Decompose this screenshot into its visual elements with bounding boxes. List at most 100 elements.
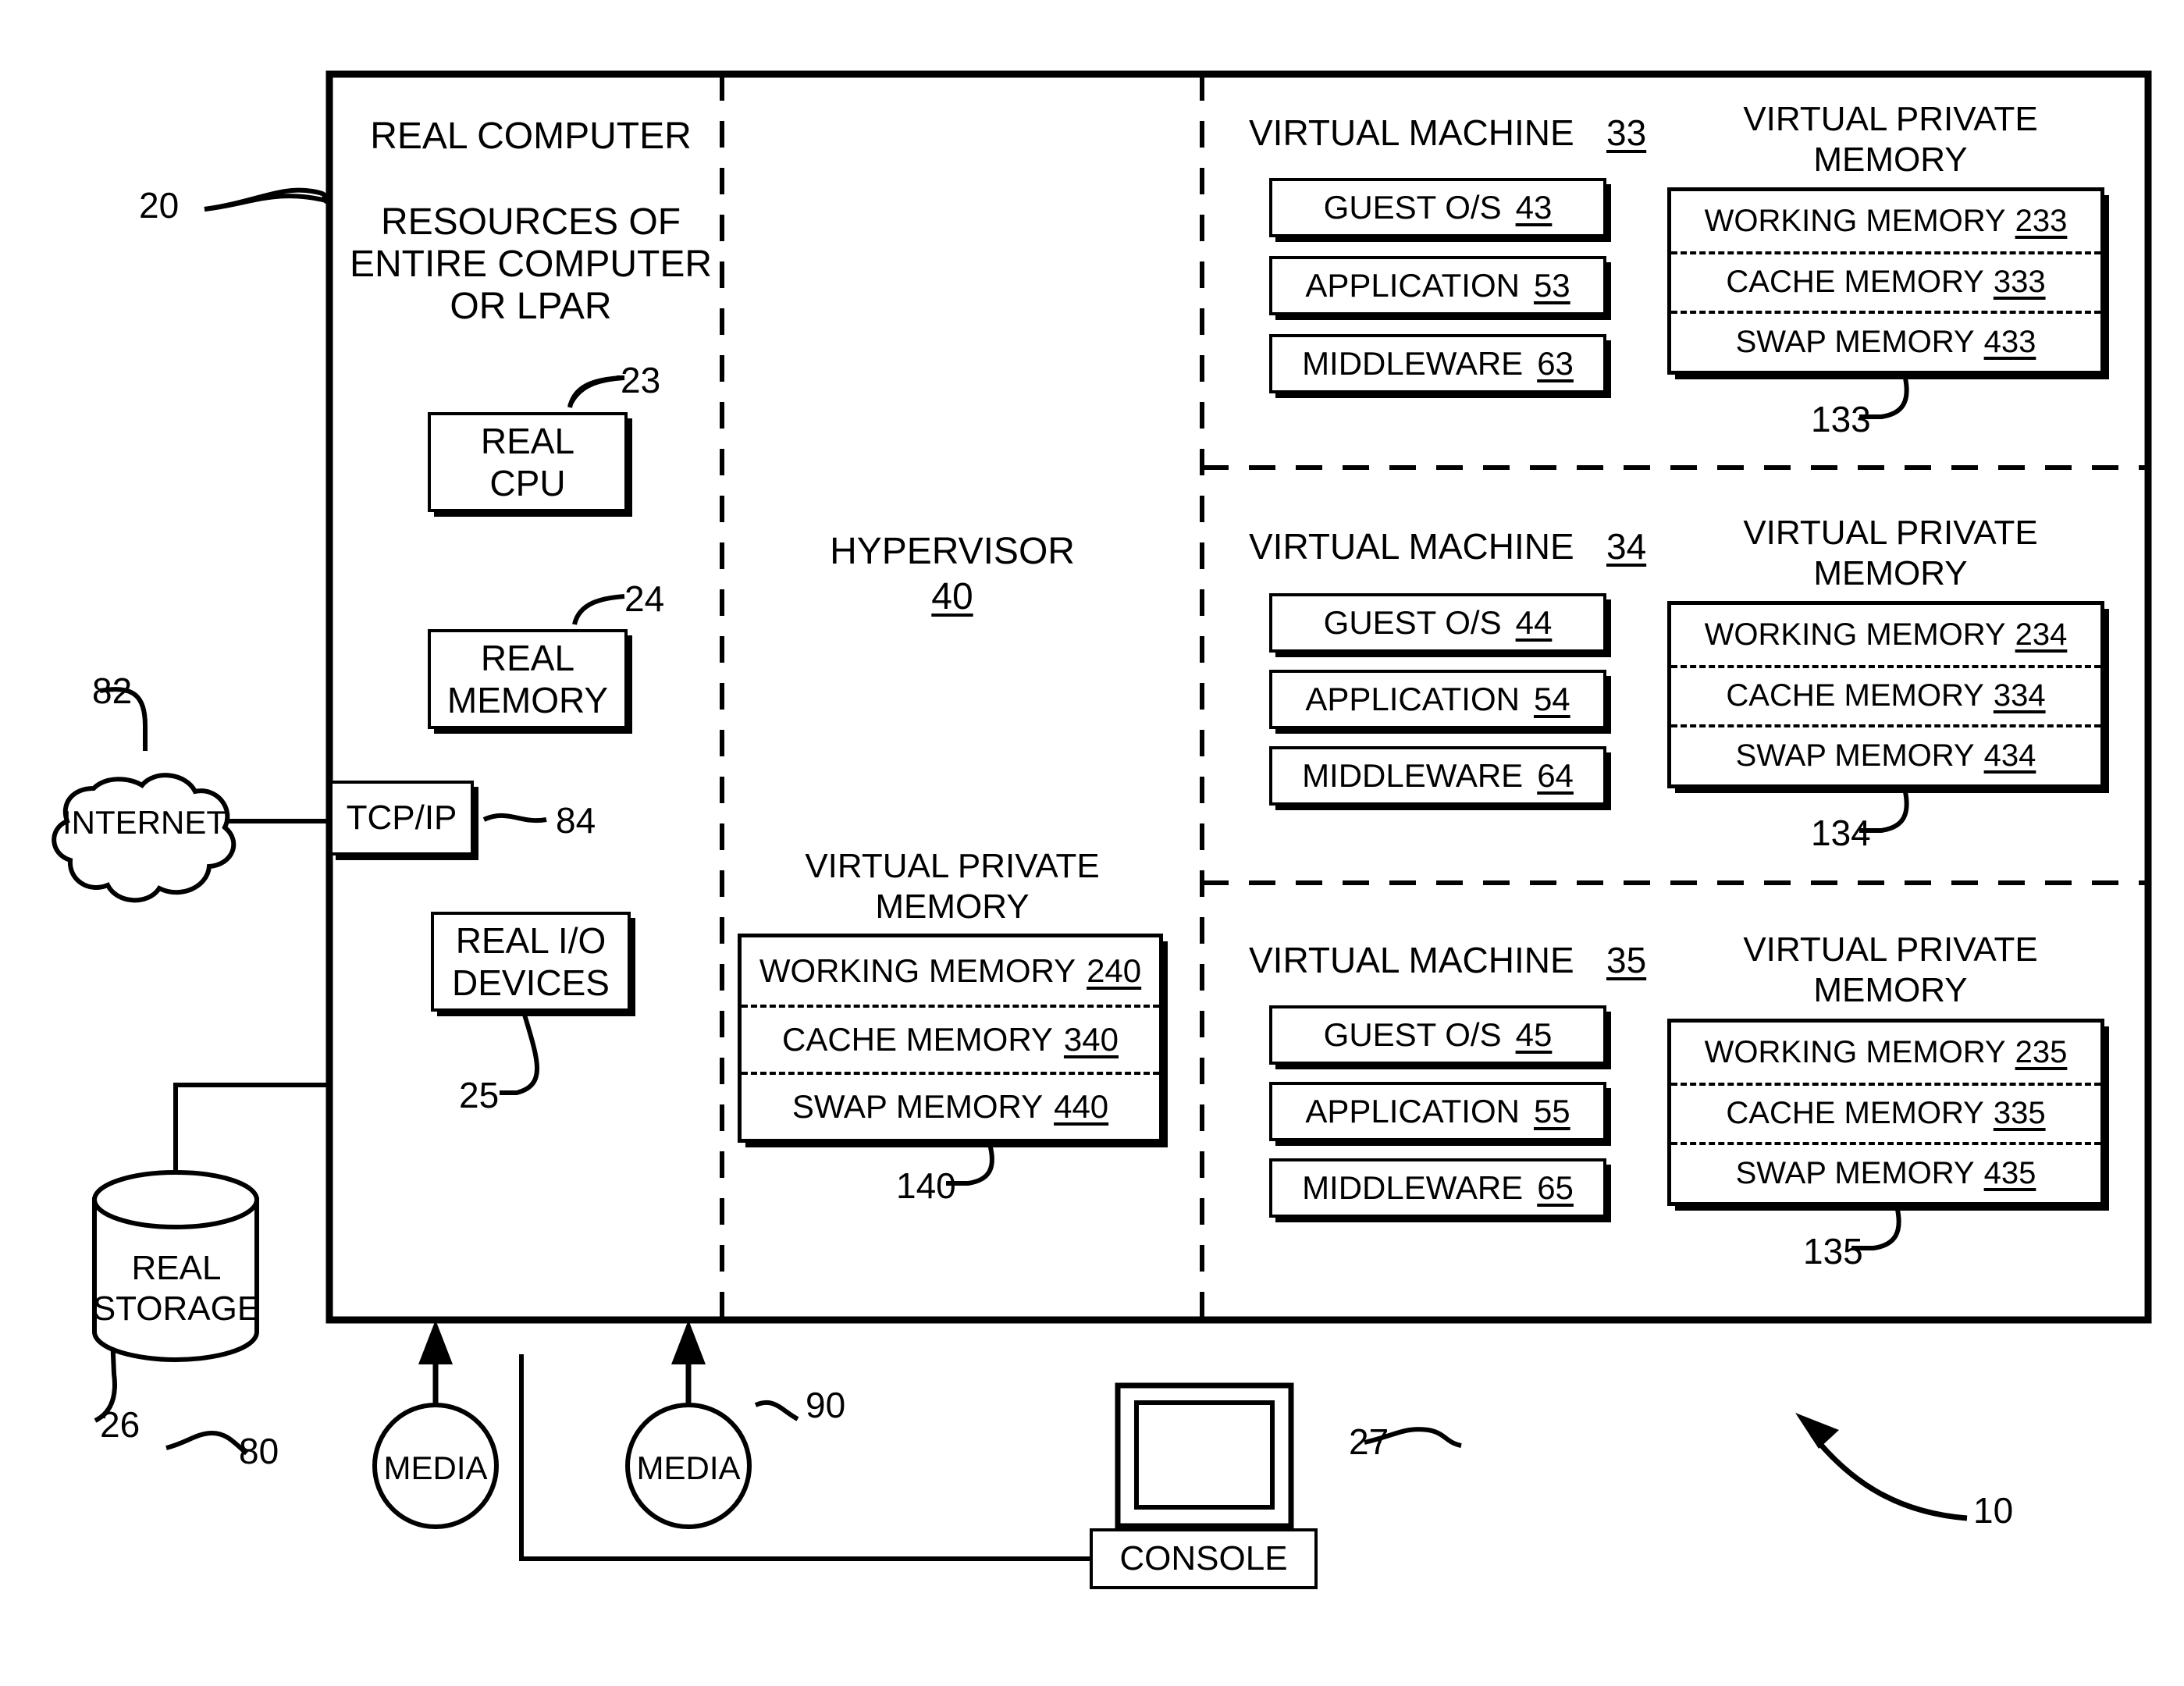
ref-label-134: 134: [1811, 813, 1871, 853]
vm-34-guest-os-ref: 44: [1515, 604, 1553, 641]
real-computer-subtitle-line2: ENTIRE COMPUTER: [349, 244, 712, 285]
hypervisor-vpm-title-line1: VIRTUAL PRIVATE: [805, 847, 1100, 885]
real-memory-label-line1: REAL: [480, 638, 575, 678]
hypervisor-vpm-row-ref: 240: [1087, 951, 1142, 989]
vm-33-middleware-label: MIDDLEWARE: [1302, 345, 1524, 382]
ref-label-82: 82: [92, 670, 133, 711]
tcpip-label: TCP/IP: [346, 799, 457, 837]
vm-34-vpm-row: WORKING MEMORY 234: [1671, 605, 2100, 665]
real-io-label-line2: DEVICES: [452, 962, 610, 1003]
vm-34-vpm-title-line1: VIRTUAL PRIVATE: [1743, 514, 2038, 552]
vm-34-title: VIRTUAL MACHINE: [1249, 526, 1574, 567]
ref-label-80: 80: [239, 1431, 279, 1471]
vm-33-application-box: APPLICATION 53: [1269, 256, 1606, 315]
ref-label-20: 20: [139, 185, 180, 226]
vm-35-vpm-row-ref: 235: [2015, 1034, 2068, 1069]
real-storage-label-line1: REAL: [131, 1249, 222, 1287]
vm-33-vpm-row-ref: 233: [2015, 203, 2068, 238]
hypervisor-vpm-row-label: SWAP MEMORY: [791, 1087, 1044, 1125]
real-io-devices-box: REAL I/O DEVICES: [431, 912, 631, 1012]
vm-33-vpm-row-label: SWAP MEMORY: [1735, 325, 1975, 360]
vm-34-guest-os-label: GUEST O/S: [1323, 604, 1502, 641]
vm-33-vpm-row-ref: 433: [1983, 325, 2036, 360]
vm-34-application-ref: 54: [1533, 681, 1570, 717]
vm-35-vpm-row-ref: 435: [1983, 1156, 2036, 1191]
vm-33-vpm-row-label: WORKING MEMORY: [1704, 203, 2006, 238]
vm-35-vpm-block: WORKING MEMORY 235 CACHE MEMORY 335 SWAP…: [1667, 1019, 2104, 1206]
vm-35-middleware-ref: 65: [1537, 1169, 1574, 1206]
vm-35-application-box: APPLICATION 55: [1269, 1082, 1606, 1141]
diagram-content-layer: 20 REAL COMPUTER RESOURCES OF ENTIRE COM…: [0, 0, 2184, 1686]
vm-35-guest-os-ref: 45: [1515, 1016, 1553, 1053]
vm-35-vpm-row: WORKING MEMORY 235: [1671, 1023, 2100, 1083]
vm-34-application-label: APPLICATION: [1305, 681, 1520, 717]
vm-33-application-ref: 53: [1533, 267, 1570, 304]
real-io-label-line1: REAL I/O: [455, 920, 606, 961]
vm-33-application-label: APPLICATION: [1305, 267, 1520, 304]
vm-33-middleware-ref: 63: [1537, 345, 1574, 382]
vm-33-ref: 33: [1606, 112, 1647, 153]
vm-35-vpm-row: CACHE MEMORY 335: [1671, 1082, 2100, 1143]
hypervisor-vpm-row-ref: 440: [1054, 1087, 1109, 1125]
vm-34-vpm-row-ref: 334: [1993, 678, 2046, 713]
vm-35-middleware-label: MIDDLEWARE: [1302, 1169, 1524, 1206]
real-cpu-label-line2: CPU: [489, 463, 566, 503]
vm-35-vpm-row-label: CACHE MEMORY: [1726, 1096, 1984, 1131]
vm-34-guest-os-box: GUEST O/S 44: [1269, 593, 1606, 653]
vm-33-guest-os-label: GUEST O/S: [1323, 189, 1502, 226]
vm-35-application-label: APPLICATION: [1305, 1093, 1520, 1129]
media-80-label: MEDIA: [383, 1449, 488, 1486]
internet-label: INTERNET: [62, 804, 226, 841]
real-computer-subtitle-line3: OR LPAR: [450, 286, 612, 327]
hypervisor-vpm-row: CACHE MEMORY 340: [742, 1004, 1159, 1072]
vm-33-middleware-box: MIDDLEWARE 63: [1269, 334, 1606, 393]
real-computer-title: REAL COMPUTER: [370, 116, 692, 157]
vm-33-title: VIRTUAL MACHINE: [1249, 112, 1574, 153]
vm-33-vpm-row-ref: 333: [1993, 265, 2046, 300]
ref-label-135: 135: [1803, 1231, 1863, 1272]
vm-35-vpm-title-line2: MEMORY: [1813, 971, 1968, 1009]
ref-label-25: 25: [459, 1075, 500, 1115]
vm-34-middleware-ref: 64: [1537, 757, 1574, 794]
vm-33-vpm-row-label: CACHE MEMORY: [1726, 265, 1984, 300]
real-computer-subtitle-line1: RESOURCES OF: [380, 201, 681, 243]
vm-34-vpm-row: SWAP MEMORY 434: [1671, 724, 2100, 784]
ref-label-84: 84: [556, 800, 596, 841]
hypervisor-vpm-title-line2: MEMORY: [875, 887, 1030, 926]
real-memory-box: REAL MEMORY: [428, 629, 628, 729]
vm-35-vpm-title-line1: VIRTUAL PRIVATE: [1743, 930, 2038, 969]
vm-34-application-box: APPLICATION 54: [1269, 670, 1606, 729]
vm-33-vpm-row: SWAP MEMORY 433: [1671, 311, 2100, 371]
ref-label-26: 26: [100, 1404, 141, 1445]
vm-34-vpm-row-label: SWAP MEMORY: [1735, 738, 1975, 774]
vm-35-middleware-box: MIDDLEWARE 65: [1269, 1158, 1606, 1218]
hypervisor-title: HYPERVISOR: [830, 531, 1075, 572]
vm-34-middleware-label: MIDDLEWARE: [1302, 757, 1524, 794]
hypervisor-vpm-row-label: CACHE MEMORY: [781, 1020, 1053, 1058]
vm-35-application-ref: 55: [1533, 1093, 1570, 1129]
vm-33-vpm-title-line2: MEMORY: [1813, 140, 1968, 179]
hypervisor-vpm-row-ref: 340: [1063, 1020, 1119, 1058]
vm-34-vpm-row: CACHE MEMORY 334: [1671, 664, 2100, 725]
real-memory-label-line2: MEMORY: [446, 680, 609, 720]
ref-label-140: 140: [896, 1165, 956, 1206]
vm-34-middleware-box: MIDDLEWARE 64: [1269, 746, 1606, 806]
vm-34-vpm-title-line2: MEMORY: [1813, 554, 1968, 592]
real-cpu-label-line1: REAL: [480, 421, 575, 461]
ref-label-10: 10: [1973, 1490, 2014, 1531]
real-storage-label-line2: STORAGE: [92, 1289, 261, 1328]
vm-35-title: VIRTUAL MACHINE: [1249, 940, 1574, 980]
vm-33-guest-os-box: GUEST O/S 43: [1269, 178, 1606, 237]
vm-35-guest-os-label: GUEST O/S: [1323, 1016, 1502, 1053]
vm-33-vpm-title-line1: VIRTUAL PRIVATE: [1743, 100, 2038, 138]
ref-label-90: 90: [806, 1385, 846, 1425]
vm-33-guest-os-ref: 43: [1515, 189, 1553, 226]
vm-33-vpm-block: WORKING MEMORY 233 CACHE MEMORY 333 SWAP…: [1667, 187, 2104, 375]
ref-label-23: 23: [621, 360, 661, 400]
vm-34-vpm-row-label: CACHE MEMORY: [1726, 678, 1984, 713]
vm-35-vpm-row-label: WORKING MEMORY: [1704, 1034, 2006, 1069]
vm-33-vpm-row: CACHE MEMORY 333: [1671, 251, 2100, 311]
tcpip-box: TCP/IP: [329, 781, 474, 855]
hypervisor-ref: 40: [931, 576, 973, 617]
ref-label-133: 133: [1811, 399, 1871, 439]
